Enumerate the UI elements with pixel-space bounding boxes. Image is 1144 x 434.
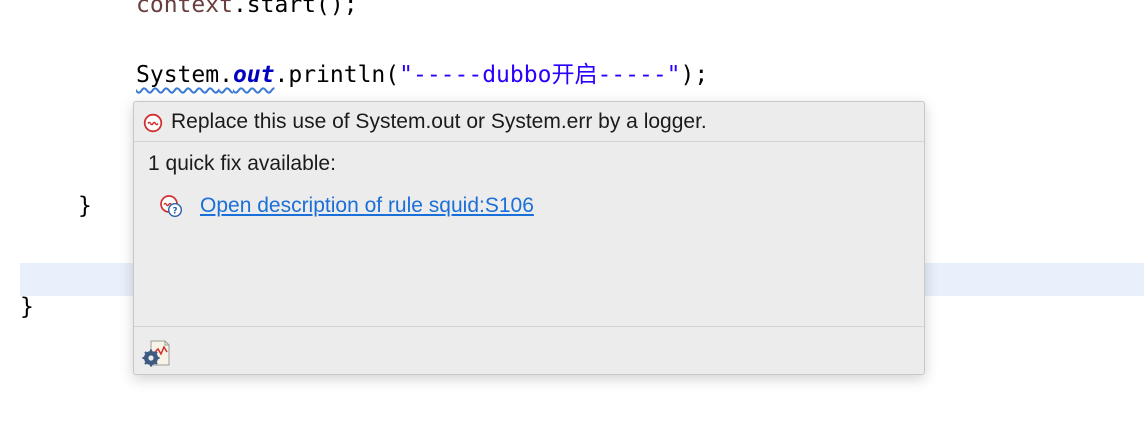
sonar-rule-description-icon: ? bbox=[159, 194, 183, 218]
code-token-brace: } bbox=[78, 193, 92, 219]
svg-text:?: ? bbox=[172, 207, 177, 217]
code-token-system: System bbox=[136, 62, 220, 88]
quick-fix-count: 1 quick fix available: bbox=[148, 152, 336, 175]
code-line-outer-brace[interactable]: } bbox=[20, 290, 34, 324]
code-line-inner-brace[interactable]: } bbox=[78, 189, 92, 223]
quick-fix-item[interactable]: ? Open description of rule squid:S106 bbox=[159, 194, 534, 218]
code-token-start-call: .start(); bbox=[232, 0, 358, 18]
popup-body: 1 quick fix available: ? Open descriptio… bbox=[134, 142, 924, 326]
code-editor[interactable]: context.start(); System.out.println("---… bbox=[0, 0, 1144, 434]
popup-footer bbox=[134, 326, 924, 374]
code-token-system-out[interactable]: System.out bbox=[136, 62, 275, 88]
code-token-out: out bbox=[232, 62, 275, 88]
code-token-string: "-----dubbo开启-----" bbox=[399, 62, 681, 88]
code-token-context: context bbox=[136, 0, 233, 18]
code-token-dot: . bbox=[219, 62, 233, 88]
code-line-println[interactable]: System.out.println("-----dubbo开启-----"); bbox=[136, 58, 708, 92]
issue-hover-popup: Replace this use of System.out or System… bbox=[133, 101, 925, 375]
code-token-end: ); bbox=[680, 62, 709, 88]
issue-message: Replace this use of System.out or System… bbox=[171, 109, 707, 133]
code-token-println: .println( bbox=[274, 62, 400, 88]
popup-header: Replace this use of System.out or System… bbox=[134, 102, 924, 142]
sonarlint-settings-icon[interactable] bbox=[141, 339, 173, 367]
sonar-issue-icon bbox=[143, 112, 163, 132]
code-line-context-start[interactable]: context.start(); bbox=[136, 0, 358, 22]
open-rule-description-link[interactable]: Open description of rule squid:S106 bbox=[200, 194, 534, 218]
code-token-brace: } bbox=[20, 294, 34, 320]
